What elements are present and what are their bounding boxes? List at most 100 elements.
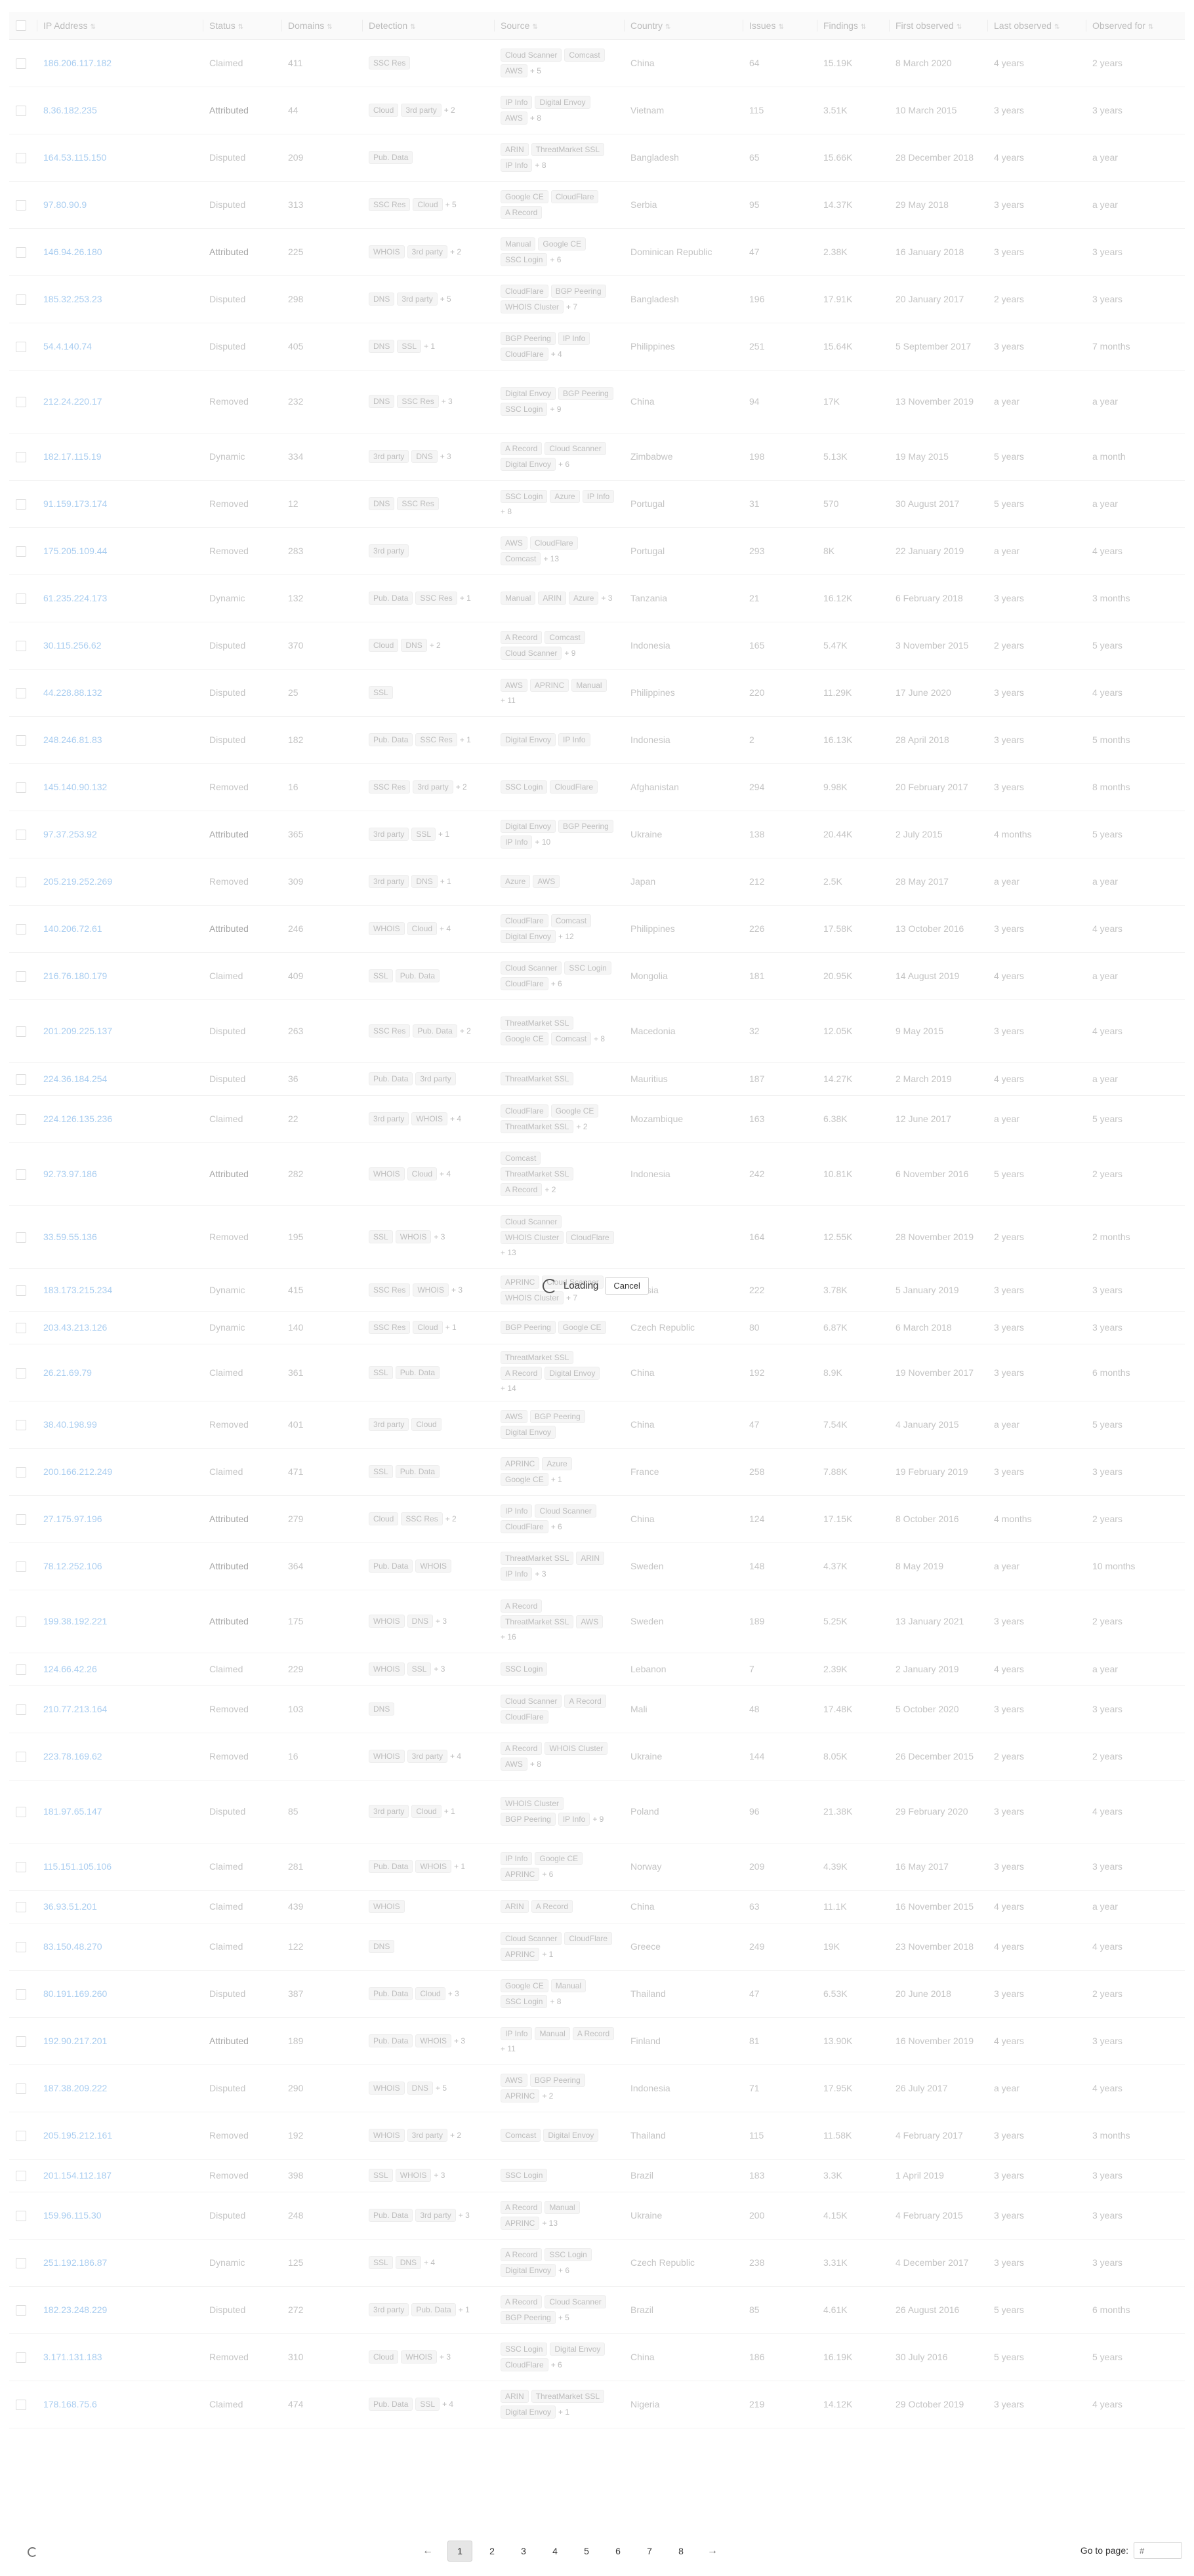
detection-more-count[interactable]: + 4 xyxy=(440,923,451,935)
detection-more-count[interactable]: + 1 xyxy=(424,340,435,352)
ip-address-link[interactable]: 146.94.26.180 xyxy=(37,228,203,276)
detection-more-count[interactable]: + 1 xyxy=(454,1861,465,1872)
source-more-count[interactable]: + 8 xyxy=(501,506,512,517)
row-checkbox[interactable] xyxy=(16,971,26,982)
detection-more-count[interactable]: + 1 xyxy=(460,734,471,746)
table-row[interactable]: 223.78.169.62 Removed 16 WHOIS 3rd party + 4A… xyxy=(9,1733,1185,1781)
source-more-count[interactable]: + 11 xyxy=(501,2043,516,2055)
row-checkbox[interactable] xyxy=(16,58,26,70)
source-more-count[interactable]: + 2 xyxy=(542,2090,553,2102)
table-row[interactable]: 192.90.217.201 Attributed 189 Pub. Data WHOI… xyxy=(9,2017,1185,2065)
detection-more-count[interactable]: + 4 xyxy=(440,1168,451,1180)
table-row[interactable]: 38.40.198.99 Removed 401 3rd party Cloud AWS B… xyxy=(9,1401,1185,1449)
table-row[interactable]: 201.209.225.137 Disputed 263 SSC Res Pub. Da… xyxy=(9,999,1185,1063)
table-row[interactable]: 27.175.97.196 Attributed 279 Cloud SSC Res + … xyxy=(9,1495,1185,1543)
row-checkbox[interactable] xyxy=(16,1862,26,1873)
page-button-8[interactable]: 8 xyxy=(669,2541,693,2561)
row-select-cell[interactable] xyxy=(9,716,37,764)
source-more-count[interactable]: + 13 xyxy=(542,2217,558,2229)
ip-address-link[interactable]: 251.192.186.87 xyxy=(37,2239,203,2287)
row-checkbox[interactable] xyxy=(16,452,26,463)
row-checkbox[interactable] xyxy=(16,924,26,935)
ip-address-link[interactable]: 80.191.169.260 xyxy=(37,1970,203,2018)
row-select-cell[interactable] xyxy=(9,87,37,134)
ip-address-link[interactable]: 97.80.90.9 xyxy=(37,181,203,229)
row-select-cell[interactable] xyxy=(9,275,37,323)
ip-address-link[interactable]: 248.246.81.83 xyxy=(37,716,203,764)
ip-address-link[interactable]: 205.219.252.269 xyxy=(37,858,203,906)
table-row[interactable]: 30.115.256.62 Disputed 370 Cloud DNS + 2A Rec… xyxy=(9,622,1185,670)
page-button-6[interactable]: 6 xyxy=(606,2541,630,2561)
row-select-cell[interactable] xyxy=(9,1448,37,1496)
table-row[interactable]: 26.21.69.79 Claimed 361 SSL Pub. Data ThreatM… xyxy=(9,1344,1185,1401)
ip-address-link[interactable]: 83.150.48.270 xyxy=(37,1923,203,1971)
ip-address-link[interactable]: 182.17.115.19 xyxy=(37,433,203,481)
row-select-cell[interactable] xyxy=(9,1733,37,1781)
row-checkbox[interactable] xyxy=(16,1752,26,1763)
detection-more-count[interactable]: + 4 xyxy=(442,2398,453,2410)
ip-address-link[interactable]: 91.159.173.174 xyxy=(37,480,203,528)
ip-address-link[interactable]: 36.93.51.201 xyxy=(37,1890,203,1923)
detection-more-count[interactable]: + 2 xyxy=(460,1025,471,1037)
detection-more-count[interactable]: + 5 xyxy=(440,293,451,305)
row-checkbox[interactable] xyxy=(16,1420,26,1431)
source-more-count[interactable]: + 8 xyxy=(535,159,546,171)
table-row[interactable]: 36.93.51.201 Claimed 439 WHOIS ARIN A Record C… xyxy=(9,1890,1185,1923)
source-more-count[interactable]: + 10 xyxy=(535,836,550,848)
ip-address-link[interactable]: 33.59.55.136 xyxy=(37,1205,203,1269)
detection-more-count[interactable]: + 2 xyxy=(445,1513,457,1525)
ip-address-link[interactable]: 192.90.217.201 xyxy=(37,2017,203,2065)
row-select-cell[interactable] xyxy=(9,2064,37,2112)
ip-address-link[interactable]: 124.66.42.26 xyxy=(37,1653,203,1686)
table-row[interactable]: 251.192.186.87 Dynamic 125 SSL DNS + 4A Recor… xyxy=(9,2239,1185,2287)
row-checkbox[interactable] xyxy=(16,830,26,841)
row-select-cell[interactable] xyxy=(9,1653,37,1686)
row-select-cell[interactable] xyxy=(9,1843,37,1891)
table-row[interactable]: 54.4.140.74 Disputed 405 DNS SSL + 1 BGP Peeri… xyxy=(9,323,1185,371)
source-more-count[interactable]: + 14 xyxy=(501,1382,516,1394)
row-checkbox[interactable] xyxy=(16,1074,26,1085)
ip-address-link[interactable]: 30.115.256.62 xyxy=(37,622,203,670)
detection-more-count[interactable]: + 2 xyxy=(430,639,441,651)
ip-address-link[interactable]: 216.76.180.179 xyxy=(37,952,203,1000)
source-more-count[interactable]: + 8 xyxy=(530,112,541,124)
detection-more-count[interactable]: + 5 xyxy=(436,2082,447,2094)
table-row[interactable]: 159.96.115.30 Disputed 248 Pub. Data 3rd par… xyxy=(9,2192,1185,2240)
row-select-cell[interactable] xyxy=(9,370,37,433)
col-header-domains[interactable]: Domains ⇅ xyxy=(281,12,362,40)
col-header-first-observed[interactable]: First observed ⇅ xyxy=(889,12,987,40)
page-button-2[interactable]: 2 xyxy=(480,2541,504,2561)
detection-more-count[interactable]: + 1 xyxy=(438,828,449,840)
row-select-cell[interactable] xyxy=(9,1095,37,1143)
table-row[interactable]: 205.219.252.269 Removed 309 3rd party DNS + 1… xyxy=(9,858,1185,906)
table-row[interactable]: 210.77.213.164 Removed 103 DNS Cloud Scanner… xyxy=(9,1685,1185,1733)
source-more-count[interactable]: + 6 xyxy=(551,1521,562,1533)
ip-address-link[interactable]: 61.235.224.173 xyxy=(37,574,203,622)
ip-address-link[interactable]: 187.38.209.222 xyxy=(37,2064,203,2112)
ip-address-link[interactable]: 8.36.182.235 xyxy=(37,87,203,134)
source-more-count[interactable]: + 4 xyxy=(551,348,562,360)
table-row[interactable]: 205.195.212.161 Removed 192 WHOIS 3rd party +… xyxy=(9,2112,1185,2160)
row-checkbox[interactable] xyxy=(16,397,26,408)
select-all-cell[interactable] xyxy=(9,12,37,40)
row-checkbox[interactable] xyxy=(16,1367,26,1379)
detection-more-count[interactable]: + 1 xyxy=(459,2304,470,2316)
row-select-cell[interactable] xyxy=(9,669,37,717)
table-row[interactable]: 78.12.252.106 Attributed 364 Pub. Data WHOIS… xyxy=(9,1542,1185,1590)
source-more-count[interactable]: + 8 xyxy=(550,1996,561,2007)
source-more-count[interactable]: + 6 xyxy=(558,2264,569,2276)
row-select-cell[interactable] xyxy=(9,2239,37,2287)
detection-more-count[interactable]: + 2 xyxy=(444,104,455,116)
table-row[interactable]: 164.53.115.150 Disputed 209 Pub. Data ARIN Th… xyxy=(9,134,1185,182)
ip-address-link[interactable]: 223.78.169.62 xyxy=(37,1733,203,1781)
source-more-count[interactable]: + 1 xyxy=(558,2406,569,2418)
source-more-count[interactable]: + 16 xyxy=(501,1631,516,1643)
col-header-status[interactable]: Status ⇅ xyxy=(203,12,281,40)
col-header-detection[interactable]: Detection ⇅ xyxy=(362,12,494,40)
row-select-cell[interactable] xyxy=(9,2286,37,2334)
ip-address-link[interactable]: 201.154.112.187 xyxy=(37,2159,203,2192)
row-checkbox[interactable] xyxy=(16,688,26,699)
goto-page-input[interactable] xyxy=(1134,2542,1182,2559)
row-checkbox[interactable] xyxy=(16,1664,26,1676)
row-select-cell[interactable] xyxy=(9,39,37,87)
